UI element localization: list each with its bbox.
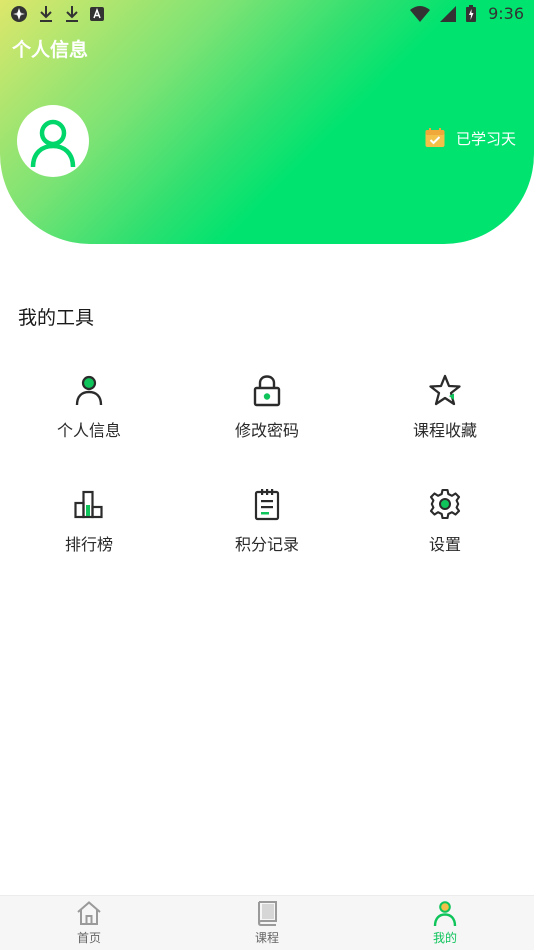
tool-settings[interactable]: 设置 xyxy=(365,486,525,566)
gear-icon xyxy=(429,488,461,520)
status-bar: 9:36 xyxy=(0,0,534,27)
leaderboard-icon xyxy=(74,490,103,519)
download-icon xyxy=(66,5,78,22)
nav-mine[interactable]: 我的 xyxy=(356,896,534,950)
tool-personal-info[interactable]: 个人信息 xyxy=(9,372,169,452)
person-icon xyxy=(433,901,457,927)
nav-label: 我的 xyxy=(432,931,457,945)
person-icon xyxy=(75,375,103,406)
tools-section-title: 我的工具 xyxy=(18,307,95,329)
bottom-nav: 首页 课程 我的 xyxy=(0,895,534,950)
nav-label: 首页 xyxy=(76,931,101,945)
settings-gear-icon xyxy=(11,5,27,22)
tool-change-password[interactable]: 修改密码 xyxy=(187,372,347,452)
user-icon xyxy=(30,119,76,168)
book-icon xyxy=(257,901,277,926)
tool-course-favorites[interactable]: 课程收藏 xyxy=(365,372,525,452)
tool-label: 排行榜 xyxy=(64,535,113,554)
tool-label: 修改密码 xyxy=(234,421,299,440)
download-icon xyxy=(40,5,52,22)
star-icon xyxy=(429,374,461,406)
profile-header: 个人信息 已学习天 xyxy=(0,0,534,244)
clipboard-icon xyxy=(254,489,280,521)
keyboard-a-icon xyxy=(90,6,104,21)
tool-label: 设置 xyxy=(428,535,461,554)
nav-label: 课程 xyxy=(254,931,279,945)
avatar[interactable] xyxy=(17,105,89,177)
home-icon xyxy=(77,901,101,925)
nav-home[interactable]: 首页 xyxy=(0,896,178,950)
nav-courses[interactable]: 课程 xyxy=(178,896,356,950)
tool-label: 积分记录 xyxy=(234,535,299,554)
calendar-check-icon xyxy=(425,128,445,147)
study-days-label: 已学习天 xyxy=(455,129,516,148)
tool-points-record[interactable]: 积分记录 xyxy=(187,486,347,566)
study-days: 已学习天 xyxy=(424,127,516,149)
status-time: 9:36 xyxy=(488,4,524,23)
lock-icon xyxy=(253,375,281,407)
tool-label: 课程收藏 xyxy=(412,421,477,440)
signal-icon xyxy=(440,5,457,22)
tool-leaderboard[interactable]: 排行榜 xyxy=(9,486,169,566)
tool-label: 个人信息 xyxy=(56,421,121,440)
battery-icon xyxy=(466,5,477,22)
page-title: 个人信息 xyxy=(12,39,89,61)
wifi-icon xyxy=(410,5,431,22)
